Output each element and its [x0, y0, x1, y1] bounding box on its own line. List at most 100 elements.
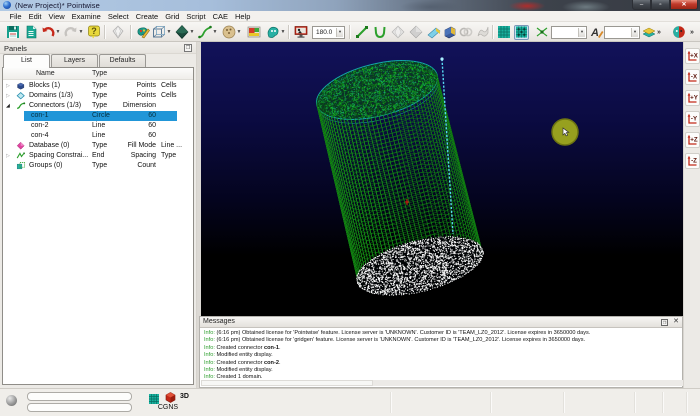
minimize-button[interactable]: –	[632, 0, 651, 10]
tree-row-database-0[interactable]: Database (0)TypeFill ModeLine ...	[3, 141, 193, 151]
menu-grid[interactable]: Grid	[162, 12, 183, 21]
tree-header-type[interactable]: Type	[92, 70, 107, 77]
empty-combo-2[interactable]: ▾	[604, 24, 640, 40]
expander-expanded-icon[interactable]: ◢	[6, 103, 12, 109]
svg-text:-X: -X	[691, 74, 698, 81]
line-segment-icon[interactable]	[354, 25, 369, 40]
close-icon[interactable]: ✕	[673, 318, 679, 326]
view-axis-plusminus-x-button[interactable]: +X	[685, 48, 700, 64]
tab-list[interactable]: List	[3, 54, 50, 68]
tree-row-con-2[interactable]: con-2Line60	[3, 121, 193, 131]
toolbar-overflow-chevron[interactable]: »	[657, 24, 660, 40]
expander-collapsed-icon[interactable]: ▷	[6, 93, 12, 99]
view-axis-plusminus-z-button[interactable]: +Z	[685, 132, 700, 148]
menu-help[interactable]: Help	[231, 12, 253, 21]
picture-icon[interactable]	[246, 25, 261, 40]
gray-diamond-icon[interactable]	[408, 25, 423, 40]
menu-select[interactable]: Select	[104, 12, 132, 21]
faceted-diamond-icon[interactable]	[390, 25, 405, 40]
toolbar-overflow-chevron[interactable]: »	[690, 24, 693, 40]
view-axis-plusminus-y-button[interactable]: +Y	[685, 90, 700, 106]
chevron-down-icon[interactable]: ▼	[189, 25, 195, 40]
menu-create[interactable]: Create	[132, 12, 162, 21]
gem-view-icon[interactable]	[110, 25, 125, 40]
tree-row-spacing-constrai[interactable]: ▷Spacing Constrai...EndSpacingType	[3, 151, 193, 161]
ghost-probe-icon[interactable]	[265, 25, 280, 40]
svg-text:-Y: -Y	[691, 116, 698, 123]
expander-collapsed-icon[interactable]: ▷	[6, 83, 12, 89]
tree-header-name[interactable]: Name	[36, 70, 55, 77]
entity-name: Spacing Constrai...	[29, 152, 88, 159]
empty-combo-1[interactable]: ▾	[551, 24, 587, 40]
statusbar-separator	[490, 392, 491, 413]
entity-col3: 60	[98, 112, 156, 119]
pointwise-window: (New Project)* Pointwise – ▫ ✕ FileEditV…	[0, 0, 700, 416]
view-axis-minus-x-button[interactable]: -X	[685, 69, 700, 85]
grid-solid-icon[interactable]	[514, 25, 529, 40]
menu-view[interactable]: View	[45, 12, 68, 21]
messages-scrollbar[interactable]	[201, 380, 683, 386]
message-line: Info: Modified entity display.	[204, 352, 273, 358]
connector-curve-icon[interactable]	[197, 25, 212, 40]
display-viewport[interactable]	[201, 42, 683, 316]
panels-title: Panels	[4, 44, 27, 53]
expander-collapsed-icon[interactable]: ▷	[6, 153, 12, 159]
chevron-down-icon[interactable]: ▼	[212, 25, 218, 40]
chevron-down-icon[interactable]: ▼	[280, 25, 286, 40]
tree-row-blocks-1[interactable]: ▷Blocks (1)TypePointsCells	[3, 81, 193, 91]
view-axis-minus-y-button[interactable]: -Y	[685, 111, 700, 127]
tree-row-connectors-1-3[interactable]: ◢Connectors (1/3)TypeDimension	[3, 101, 193, 111]
menu-script[interactable]: Script	[183, 12, 209, 21]
menu-edit[interactable]: Edit	[25, 12, 45, 21]
rotation-angle-combo[interactable]: 180.0▾	[312, 24, 345, 40]
chevron-down-icon[interactable]: ▼	[236, 25, 242, 40]
float-panel-icon[interactable]: ❐	[661, 319, 668, 326]
menu-cae[interactable]: CAE	[209, 12, 231, 21]
tree-row-con-4[interactable]: con-4Line60	[3, 131, 193, 141]
messages-header: Messages ❐ ✕	[200, 317, 682, 328]
maximize-button[interactable]: ▫	[651, 0, 670, 10]
entity-name: Blocks (1)	[29, 82, 60, 89]
scrollbar-thumb[interactable]	[201, 380, 373, 386]
mask-icon[interactable]	[671, 25, 686, 40]
prism-icon[interactable]	[426, 25, 441, 40]
tree-row-domains-1-3[interactable]: ▷Domains (1/3)TypePointsCells	[3, 91, 193, 101]
menu-file[interactable]: File	[6, 12, 25, 21]
undo-icon[interactable]	[40, 25, 55, 40]
layers-icon[interactable]	[641, 25, 656, 40]
float-panel-icon[interactable]: ❐	[184, 44, 192, 52]
chevron-down-icon[interactable]: ▾	[631, 28, 638, 37]
tree-row-con-1[interactable]: con-1Circle60	[3, 111, 193, 121]
help-icon[interactable]: ?	[86, 25, 101, 40]
solid-diamond-icon[interactable]	[174, 25, 189, 40]
grid-flat-icon[interactable]	[496, 25, 511, 40]
dragonfly-icon[interactable]	[534, 25, 549, 40]
redo-icon[interactable]	[63, 25, 78, 40]
tab-layers[interactable]: Layers	[51, 54, 98, 67]
tree-row-groups-0[interactable]: Groups (0)TypeCount	[3, 161, 193, 171]
ball-icon[interactable]	[221, 25, 236, 40]
svg-text:+X: +X	[690, 53, 699, 60]
chevron-double-right-icon: »	[690, 29, 693, 36]
spinner-icon[interactable]: ▾	[336, 28, 343, 37]
window-title: (New Project)* Pointwise	[15, 1, 100, 10]
letter-a-icon[interactable]: A	[589, 25, 604, 40]
chevron-down-icon[interactable]: ▾	[578, 28, 585, 37]
wireframe-cube-icon[interactable]	[151, 25, 166, 40]
chevron-down-icon[interactable]: ▼	[166, 25, 172, 40]
gray-surface-icon[interactable]	[475, 25, 490, 40]
save-icon[interactable]	[5, 25, 20, 40]
u-curve-icon[interactable]	[372, 25, 387, 40]
view-axis-minus-z-button[interactable]: -Z	[685, 153, 700, 169]
palette-draw-icon[interactable]	[135, 25, 150, 40]
block-box-icon[interactable]	[442, 25, 457, 40]
open-icon[interactable]	[23, 25, 38, 40]
chevron-down-icon[interactable]: ▼	[78, 25, 84, 40]
monitor-icon[interactable]	[293, 25, 308, 40]
close-button[interactable]: ✕	[670, 0, 698, 10]
messages-body: Info: (6:16 pm) Obtained license for 'Po…	[200, 328, 682, 381]
tab-defaults[interactable]: Defaults	[99, 54, 146, 67]
rings-icon[interactable]	[458, 25, 473, 40]
menu-examine[interactable]: Examine	[68, 12, 104, 21]
chevron-down-icon[interactable]: ▼	[55, 25, 61, 40]
